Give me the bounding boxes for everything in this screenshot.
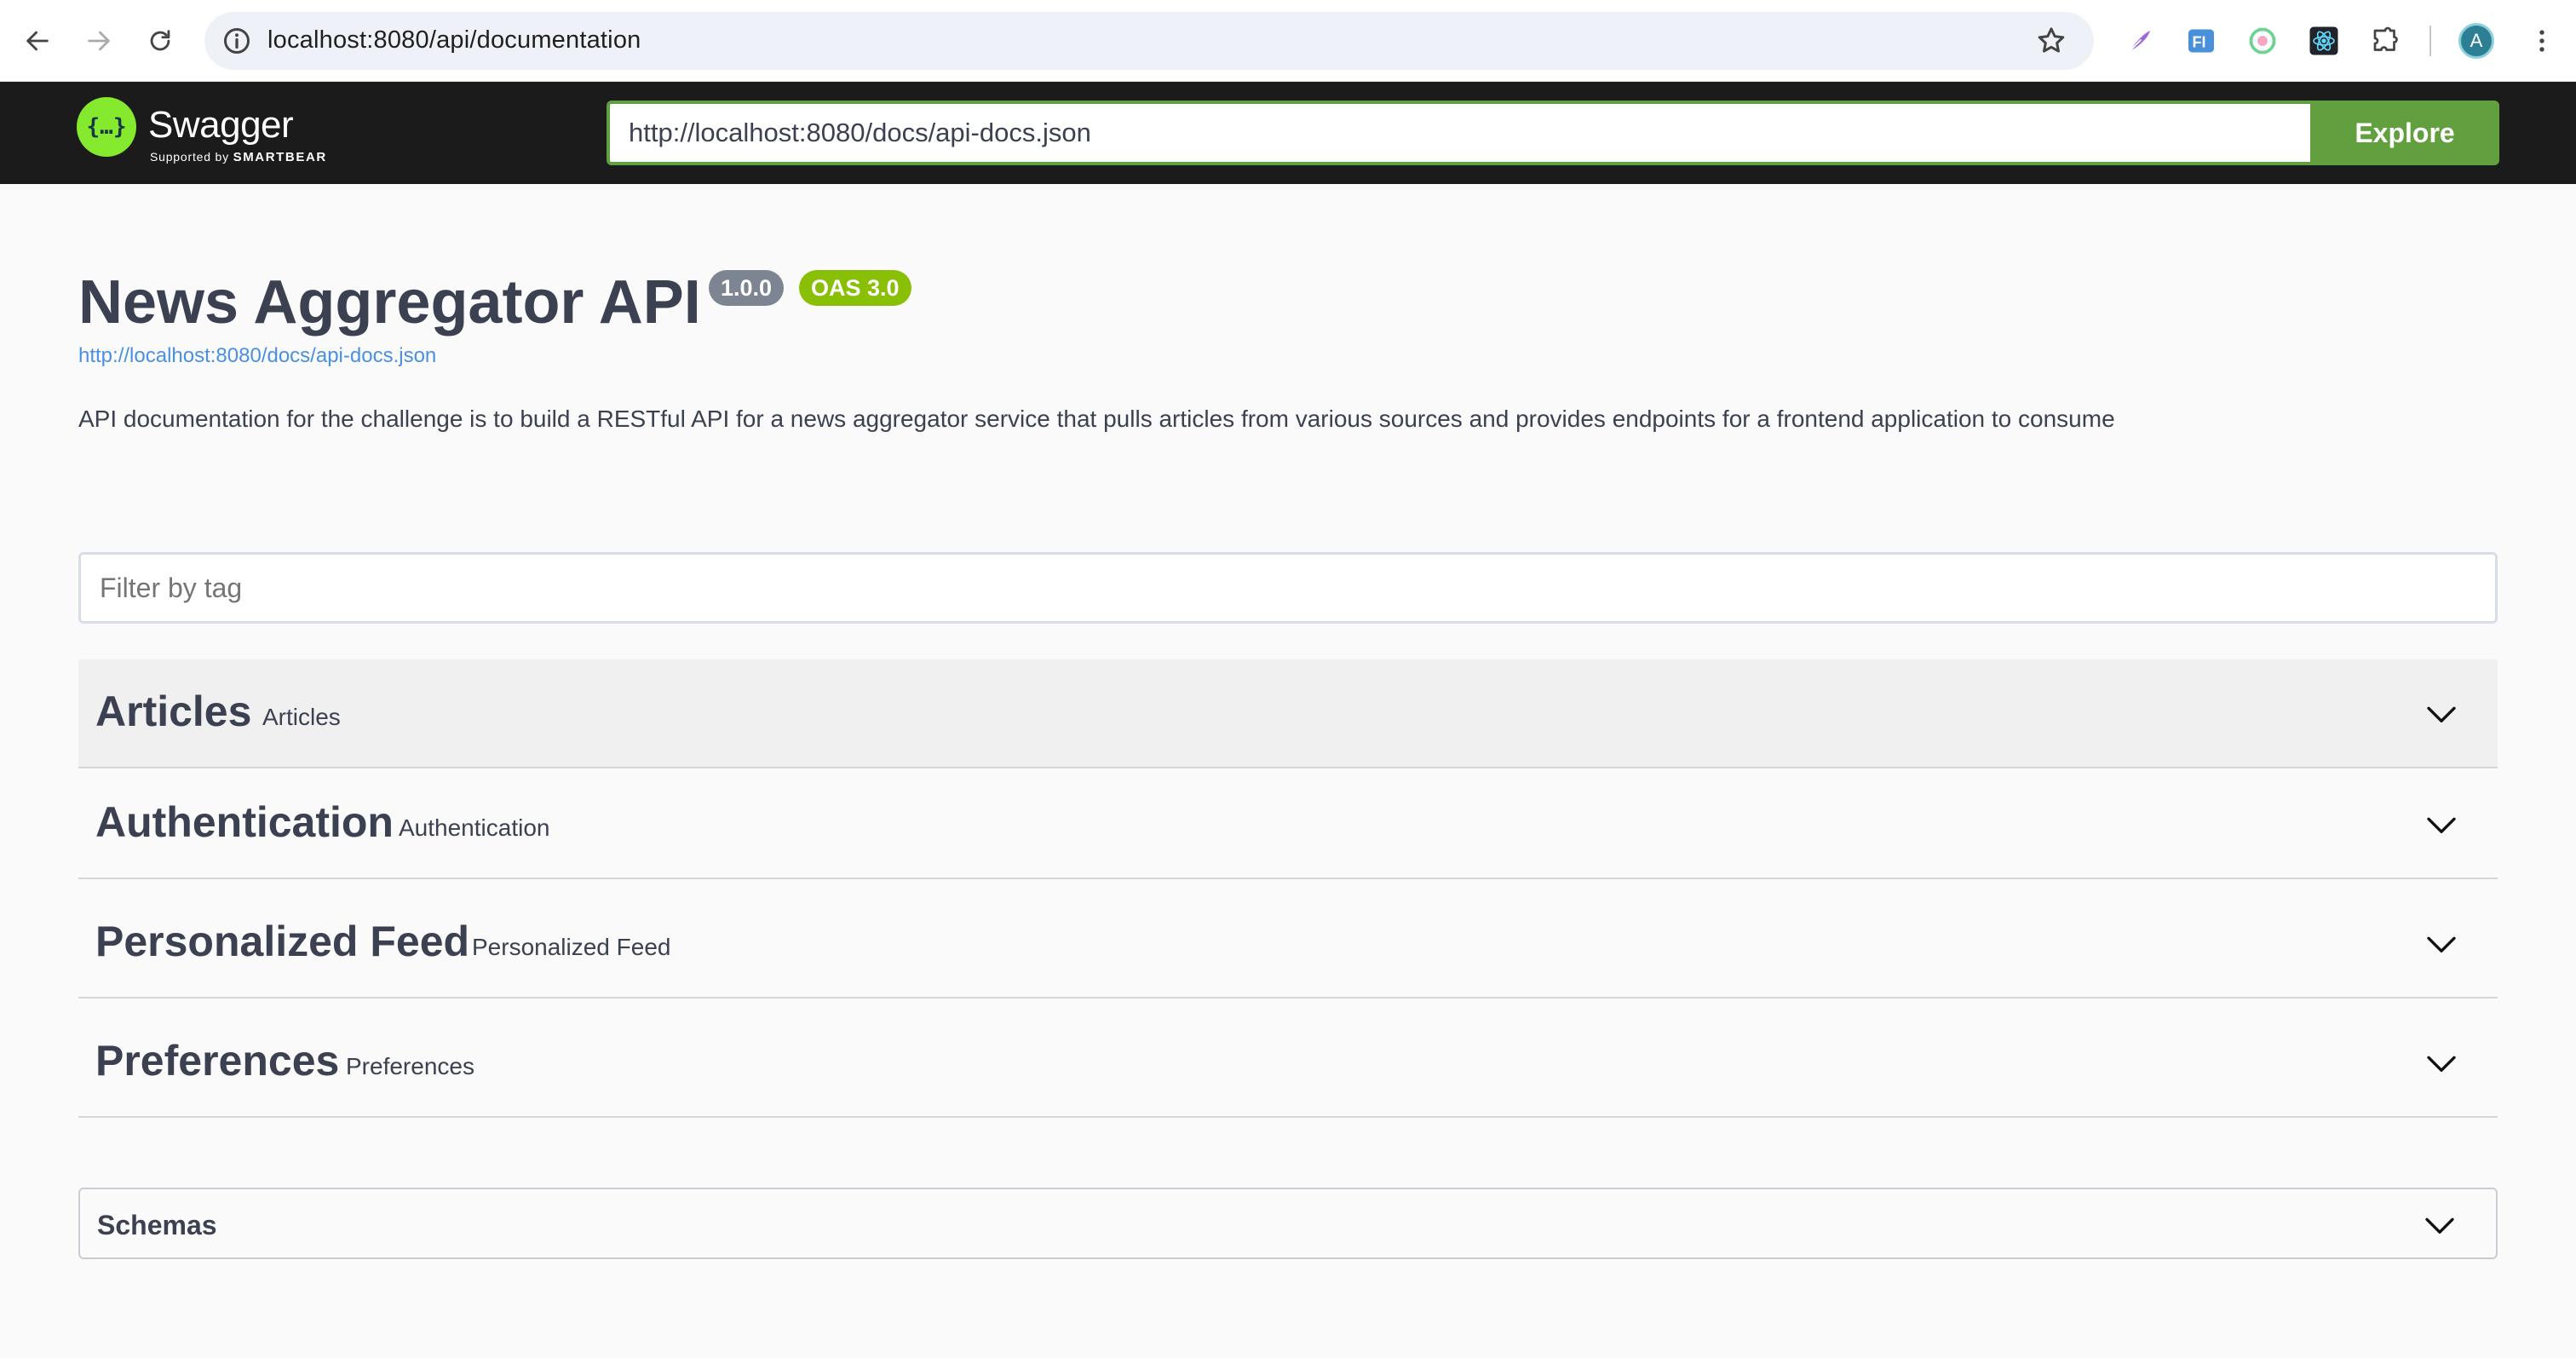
explore-button[interactable]: Explore [2310, 101, 2499, 165]
version-badge: 1.0.0 [709, 270, 785, 306]
forward-button[interactable] [78, 20, 119, 61]
circle-extension-icon[interactable] [2245, 24, 2280, 58]
spec-url-input[interactable]: http://localhost:8080/docs/api-docs.json [607, 101, 2310, 165]
api-title: News Aggregator API [78, 268, 701, 337]
browser-menu-icon[interactable] [2525, 24, 2559, 58]
extensions-puzzle-icon[interactable] [2368, 24, 2402, 58]
api-description: API documentation for the challenge is t… [78, 406, 2115, 432]
address-bar-url[interactable]: localhost:8080/api/documentation [267, 26, 641, 55]
tag-description: Authentication [399, 814, 550, 841]
tag-description: Articles [262, 704, 341, 730]
tag-section-authentication[interactable]: Authentication Authentication [78, 770, 2498, 879]
react-devtools-icon[interactable] [2307, 24, 2341, 58]
tag-name[interactable]: Articles [95, 687, 251, 736]
arrow-right-icon [88, 31, 110, 51]
fi-extension-icon[interactable]: FI [2184, 24, 2218, 58]
logo-sub-brand: SMARTBEAR [233, 150, 327, 164]
toolbar-separator [2429, 26, 2431, 56]
tag-name[interactable]: Authentication [95, 797, 394, 847]
arrow-left-icon [26, 31, 49, 51]
svg-text:FI: FI [2193, 34, 2206, 51]
swagger-logo-icon: {…} [77, 97, 136, 157]
explore-form: http://localhost:8080/docs/api-docs.json… [607, 101, 2499, 165]
tag-section-articles[interactable]: Articles Articles [78, 659, 2498, 768]
tag-description: Preferences [346, 1053, 474, 1079]
tag-section-personalized-feed[interactable]: Personalized Feed Personalized Feed [78, 889, 2498, 998]
logo-sub-prefix: Supported by [150, 150, 229, 164]
oas-badge: OAS 3.0 [799, 270, 911, 306]
chevron-down-icon[interactable] [2424, 808, 2458, 842]
tag-name[interactable]: Personalized Feed [95, 917, 469, 966]
swagger-logo[interactable]: {…} Swagger Supported by SMARTBEAR [77, 97, 332, 169]
chevron-down-icon[interactable] [2424, 927, 2458, 961]
site-info-icon[interactable] [221, 26, 252, 56]
filter-by-tag-input[interactable]: Filter by tag [78, 552, 2498, 624]
swagger-topbar: {…} Swagger Supported by SMARTBEAR http:… [0, 82, 2576, 184]
address-bar[interactable]: localhost:8080/api/documentation [204, 12, 2094, 70]
profile-avatar[interactable]: A [2458, 23, 2494, 59]
tag-description: Personalized Feed [472, 934, 671, 960]
schemas-title[interactable]: Schemas [97, 1210, 217, 1241]
tag-name[interactable]: Preferences [95, 1036, 339, 1085]
schemas-section[interactable]: Schemas [78, 1188, 2498, 1259]
bookmark-star-icon[interactable] [2034, 24, 2068, 58]
browser-toolbar: localhost:8080/api/documentation FI A [0, 0, 2576, 82]
spec-link[interactable]: http://localhost:8080/docs/api-docs.json [78, 344, 436, 368]
back-button[interactable] [17, 20, 58, 61]
swagger-logo-subtitle: Supported by SMARTBEAR [150, 150, 327, 164]
swagger-logo-text: Swagger [148, 104, 294, 146]
chevron-down-icon[interactable] [2424, 1046, 2458, 1080]
chevron-down-icon[interactable] [2423, 1208, 2457, 1242]
reload-button[interactable] [140, 20, 181, 61]
tag-section-preferences[interactable]: Preferences Preferences [78, 1009, 2498, 1118]
reload-icon [150, 30, 170, 51]
chevron-down-icon[interactable] [2424, 697, 2458, 731]
feather-extension-icon[interactable] [2123, 24, 2157, 58]
